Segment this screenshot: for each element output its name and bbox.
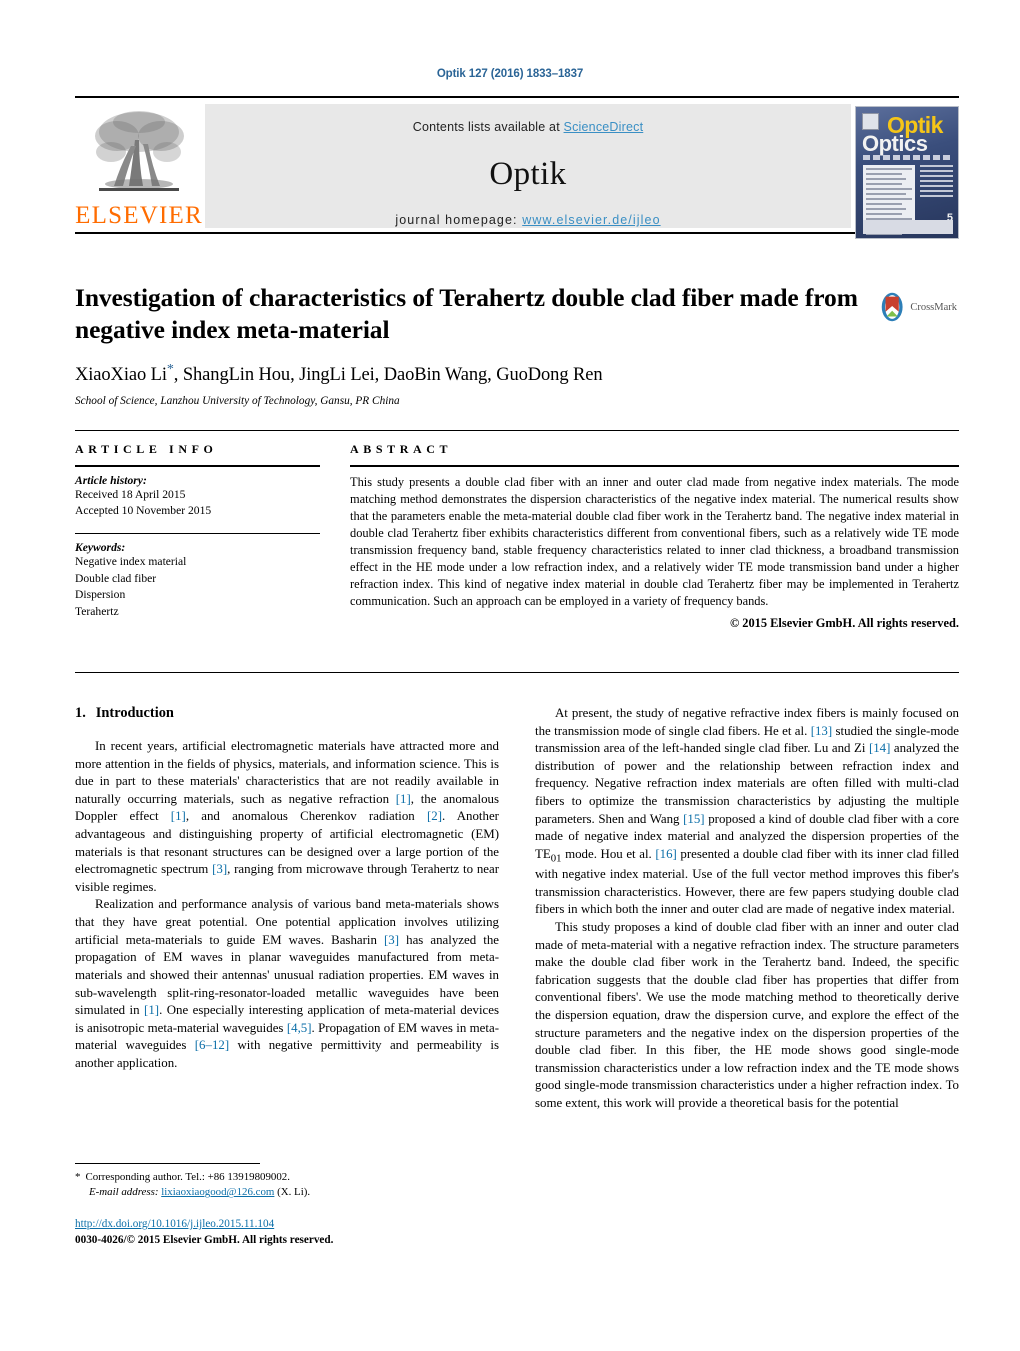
article-accepted: Accepted 10 November 2015 xyxy=(75,504,212,518)
cover-side-text xyxy=(920,165,953,205)
keywords-rule xyxy=(75,532,320,534)
crossmark-icon xyxy=(881,292,903,322)
section-title: Introduction xyxy=(95,705,174,721)
abstract-column: ABSTRACT This study presents a double cl… xyxy=(350,442,959,631)
column-gap xyxy=(499,705,535,1113)
homepage-line: journal homepage: www.elsevier.de/ijleo xyxy=(205,213,851,227)
journal-masthead: ELSEVIER Contents lists available at Sci… xyxy=(75,96,959,239)
author-first: XiaoXiao Li xyxy=(75,365,167,386)
elsevier-tree-icon xyxy=(95,111,184,191)
body-left-column: 1. Introduction In recent years, artifici… xyxy=(75,705,499,1113)
section-number: 1. xyxy=(75,705,86,721)
journal-title: Optik xyxy=(489,156,567,192)
article-page: Optik 127 (2016) 1833–1837 ELSEVIER Cont… xyxy=(0,0,1020,1351)
citation-ref[interactable]: [4,5] xyxy=(287,1021,312,1035)
paragraph: This study proposes a kind of double cla… xyxy=(535,919,959,1111)
doi-block: http://dx.doi.org/10.1016/j.ijleo.2015.1… xyxy=(75,1216,505,1248)
citation-ref[interactable]: [1] xyxy=(171,809,186,823)
journal-homepage-link[interactable]: www.elsevier.de/ijleo xyxy=(522,213,660,227)
elsevier-logo: ELSEVIER xyxy=(75,104,203,228)
corresponding-author-marker[interactable]: * xyxy=(167,362,174,377)
abstract-copyright: © 2015 Elsevier GmbH. All rights reserve… xyxy=(729,616,959,631)
footnote-star: * xyxy=(75,1171,81,1183)
citation-ref[interactable]: [3] xyxy=(212,862,227,876)
homepage-prefix: journal homepage: xyxy=(395,213,523,227)
cover-footer-band xyxy=(863,220,953,234)
title-block: CrossMark Investigation of characteristi… xyxy=(75,282,959,407)
running-head: Optik 127 (2016) 1833–1837 xyxy=(436,68,584,80)
info-abstract-region: ARTICLE INFO Article history: Received 1… xyxy=(75,442,959,631)
keyword-item: Negative index material xyxy=(75,554,187,568)
citation-ref[interactable]: [16] xyxy=(655,847,676,861)
cover-publisher-badge xyxy=(862,113,879,130)
keyword-item: Terahertz xyxy=(75,605,119,619)
footnote-divider xyxy=(75,1163,260,1164)
citation-ref[interactable]: [6–12] xyxy=(195,1038,229,1052)
contents-line: Contents lists available at ScienceDirec… xyxy=(205,104,851,134)
citation-ref[interactable]: [2] xyxy=(427,809,442,823)
cover-subtitle-band xyxy=(863,155,953,160)
citation-ref[interactable]: [15] xyxy=(683,812,704,826)
doi-link[interactable]: http://dx.doi.org/10.1016/j.ijleo.2015.1… xyxy=(75,1218,274,1230)
paragraph: Realization and performance analysis of … xyxy=(75,897,500,1070)
article-info-column: ARTICLE INFO Article history: Received 1… xyxy=(75,442,320,631)
abstract-text: This study presents a double clad fiber … xyxy=(350,474,959,609)
email-suffix: (X. Li). xyxy=(277,1186,311,1199)
body-region: 1. Introduction In recent years, artifici… xyxy=(75,705,959,1113)
elsevier-wordmark: ELSEVIER xyxy=(75,202,203,229)
corresponding-author-note: * Corresponding author. Tel.: +86 1391980… xyxy=(75,1170,505,1185)
issn-copyright-line: 0030-4026/© 2015 Elsevier GmbH. All righ… xyxy=(75,1234,334,1247)
contents-prefix: Contents lists available at xyxy=(412,120,564,134)
paragraph: In recent years, artificial electromagne… xyxy=(75,739,500,894)
abstract-rule xyxy=(350,465,959,467)
citation-ref[interactable]: [1] xyxy=(144,1003,159,1017)
body-divider xyxy=(75,672,959,673)
journal-band: Contents lists available at ScienceDirec… xyxy=(205,104,851,228)
cover-title-bottom: Optics xyxy=(862,131,928,156)
affiliation: School of Science, Lanzhou University of… xyxy=(75,395,400,408)
crossmark-badge[interactable]: CrossMark xyxy=(877,284,957,330)
paragraph: At present, the study of negative refrac… xyxy=(535,706,960,917)
sciencedirect-link[interactable]: ScienceDirect xyxy=(564,120,644,134)
footnote-block: * Corresponding author. Tel.: +86 1391980… xyxy=(75,1170,505,1201)
journal-cover-thumbnail[interactable]: Optik Optics 5 xyxy=(855,106,959,239)
article-info-heading: ARTICLE INFO xyxy=(75,442,218,456)
author-list: XiaoXiao Li*, ShangLin Hou, JingLi Lei, … xyxy=(75,362,959,386)
article-received: Received 18 April 2015 xyxy=(75,487,186,501)
citation-ref[interactable]: [14] xyxy=(869,741,890,755)
keyword-item: Dispersion xyxy=(75,588,126,602)
crossmark-label: CrossMark xyxy=(910,301,957,313)
email-link[interactable]: lixiaoxiaogood@126.com xyxy=(161,1186,274,1198)
title-divider xyxy=(75,430,959,431)
keyword-item: Double clad fiber xyxy=(75,571,157,585)
article-info-rule xyxy=(75,465,320,467)
section-heading-introduction: 1. Introduction xyxy=(75,705,499,722)
abstract-heading: ABSTRACT xyxy=(350,442,453,456)
email-label: E-mail address: xyxy=(89,1186,159,1199)
citation-ref[interactable]: [3] xyxy=(384,933,399,947)
keywords-label: Keywords: xyxy=(75,540,126,554)
page-title: Investigation of characteristics of Tera… xyxy=(75,283,858,345)
body-right-column: At present, the study of negative refrac… xyxy=(535,705,959,1113)
corresponding-author-text: Corresponding author. Tel.: +86 13919809… xyxy=(85,1171,290,1183)
email-note: E-mail address: lixiaoxiaogood@126.com (… xyxy=(75,1185,505,1200)
column-gap xyxy=(320,442,350,631)
citation-ref[interactable]: [1] xyxy=(396,792,411,806)
citation-ref[interactable]: [13] xyxy=(811,724,832,738)
authors-rest: , ShangLin Hou, JingLi Lei, DaoBin Wang,… xyxy=(173,365,603,386)
article-history-label: Article history: xyxy=(75,473,147,487)
